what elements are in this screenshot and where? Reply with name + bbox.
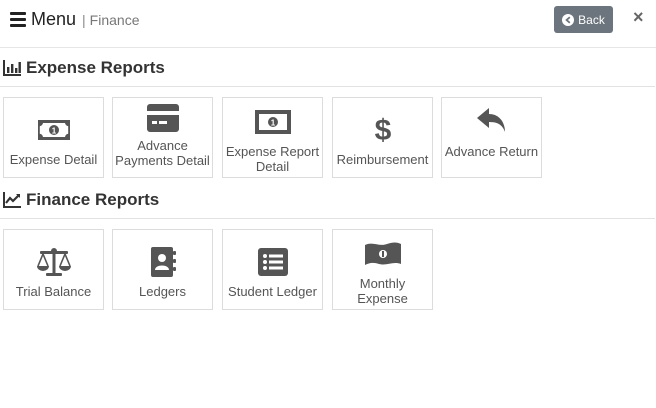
balance-scale-icon [36, 248, 71, 276]
tile-monthly-expense[interactable]: Monthly Expense [332, 229, 433, 310]
tile-label: Expense Detail [9, 152, 98, 167]
section-title-finance-reports: Finance Reports [3, 189, 655, 211]
close-icon[interactable]: × [633, 7, 644, 27]
money-bill-wave-icon [364, 242, 401, 265]
tile-label: Monthly Expense [357, 276, 408, 306]
svg-text:1: 1 [51, 127, 56, 136]
credit-card-icon [146, 104, 179, 132]
section-title-label: Finance Reports [26, 190, 160, 209]
section-title-expense-reports: Expense Reports [3, 57, 655, 79]
tile-advance-return[interactable]: Advance Return [441, 97, 542, 178]
tile-label: Expense Report Detail [225, 144, 320, 174]
tile-ledgers[interactable]: Ledgers [112, 229, 213, 310]
tile-expense-detail[interactable]: 1 Expense Detail [3, 97, 104, 178]
hamburger-icon [10, 12, 26, 27]
section-title-label: Expense Reports [26, 58, 165, 77]
tile-label: Advance Payments Detail [115, 138, 210, 168]
section-divider [0, 218, 655, 219]
top-bar: Menu | Finance Back × [0, 0, 656, 48]
tile-expense-report-detail[interactable]: 1 Expense Report Detail [222, 97, 323, 178]
svg-text:1: 1 [270, 119, 275, 128]
line-chart-icon [3, 192, 21, 208]
money-bill-alt-icon: 1 [254, 110, 291, 134]
back-button-label: Back [578, 12, 605, 27]
tile-student-ledger[interactable]: Student Ledger [222, 229, 323, 310]
breadcrumb-separator: | [82, 11, 86, 28]
tile-label: Reimbursement [336, 152, 429, 167]
svg-text:$: $ [374, 116, 391, 144]
address-book-icon [150, 247, 176, 277]
menu-button[interactable]: Menu | Finance [10, 9, 139, 30]
money-bill-icon: 1 [37, 120, 70, 140]
tile-advance-payments-detail[interactable]: Advance Payments Detail [112, 97, 213, 178]
arrow-left-circle-icon [562, 13, 575, 26]
reply-arrow-icon [476, 108, 505, 132]
tile-label: Trial Balance [15, 284, 92, 299]
breadcrumb: Finance [89, 11, 140, 28]
menu-label: Menu [31, 9, 77, 29]
tile-label: Student Ledger [228, 284, 317, 299]
tile-label: Advance Return [444, 144, 539, 159]
back-button[interactable]: Back [554, 6, 613, 33]
tile-reimbursement[interactable]: $ Reimbursement [332, 97, 433, 178]
dollar-sign-icon: $ [374, 116, 391, 144]
section-divider [0, 86, 655, 87]
tile-label: Ledgers [139, 284, 186, 299]
bar-chart-icon [3, 60, 21, 76]
list-alt-icon [257, 248, 288, 276]
tile-trial-balance[interactable]: Trial Balance [3, 229, 104, 310]
